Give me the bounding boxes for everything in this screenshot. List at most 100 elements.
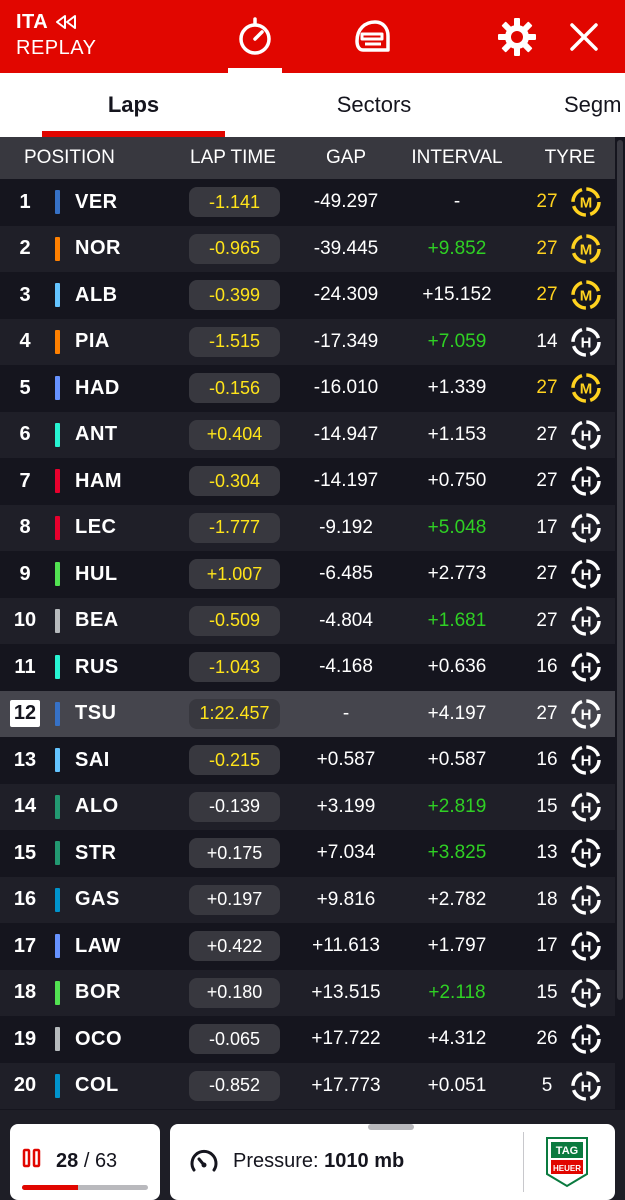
drawer-handle[interactable] [368,1124,414,1130]
team-color-bar [55,1063,60,1110]
team-color-swatch [55,841,60,866]
timing-tab-button[interactable] [228,0,282,73]
column-header-gap: GAP [325,147,367,168]
tyre-letter: H [581,846,592,863]
pause-icon[interactable] [22,1148,42,1168]
table-row[interactable]: 19 OCO -0.065 +17.722 +4.312 26 H [0,1016,615,1063]
driver-code[interactable]: OCO [75,1016,122,1063]
driver-code[interactable]: ANT [75,412,118,459]
tyre-age: 27 [536,284,558,306]
position: 12 [0,691,50,738]
tyre-age: 27 [536,377,558,399]
driver-code[interactable]: TSU [75,691,117,738]
lap-counter: 28 / 63 [10,1124,160,1200]
interval: +0.636 [427,656,487,678]
table-row[interactable]: 14 ALO -0.139 +3.199 +2.819 15 H [0,783,615,831]
table-row[interactable]: 9 HUL +1.007 -6.485 +2.773 27 H [0,551,615,598]
driver-code[interactable]: NOR [75,226,121,273]
position-number: 13 [13,748,37,771]
table-row[interactable]: 11 RUS -1.043 -4.168 +0.636 16 H [0,644,615,691]
tyre-letter: H [581,613,592,630]
table-row[interactable]: 10 BEA -0.509 -4.804 +1.681 27 H [0,597,615,645]
tyre-compound-icon: H [571,1071,601,1101]
tyre-compound: H [568,923,604,970]
position-number: 14 [13,795,37,818]
tyre-letter: M [580,195,593,212]
driver-code[interactable]: VER [75,179,118,226]
driver-code[interactable]: ALO [75,784,119,831]
close-button[interactable] [556,0,612,73]
lap-time: -0.139 [189,791,280,822]
table-row[interactable]: 3 ALB -0.399 -24.309 +15.152 27 M [0,272,615,319]
table-row[interactable]: 17 LAW +0.422 +11.613 +1.797 17 H [0,923,615,970]
race-code: ITA [16,11,49,33]
driver-code[interactable]: RUS [75,644,119,691]
team-color-bar [55,226,60,273]
team-color-swatch [55,190,60,215]
top-bar: ITA REPLAY [0,0,625,73]
driver-code[interactable]: PIA [75,319,110,366]
tyre-compound: H [568,505,604,552]
gap: +9.816 [316,888,376,910]
driver-code[interactable]: COL [75,1063,119,1110]
position-number: 8 [19,516,31,539]
tab-sectors[interactable]: Sectors [294,73,454,137]
tab-segments[interactable]: Segm [548,73,625,137]
settings-button[interactable] [489,0,545,73]
lap-time: -1.141 [189,187,280,218]
team-color-swatch [55,236,60,261]
tyre-compound-icon: M [571,373,601,403]
table-row[interactable]: 4 PIA -1.515 -17.349 +7.059 14 H [0,318,615,366]
pressure-value: 1010 mb [324,1150,405,1172]
tyre-compound: H [568,319,604,366]
driver-code[interactable]: HAM [75,458,122,505]
table-row[interactable]: 8 LEC -1.777 -9.192 +5.048 17 H [0,504,615,552]
position: 20 [0,1063,50,1110]
tyre-age: 26 [536,1028,558,1050]
driver-code[interactable]: BOR [75,970,121,1017]
tyre-compound: H [568,691,604,738]
driver-tracker-button[interactable] [343,0,399,73]
lap-time: -0.156 [189,373,280,404]
table-row[interactable]: 16 GAS +0.197 +9.816 +2.782 18 H [0,876,615,924]
tyre-letter: H [581,985,592,1002]
table-row[interactable]: 18 BOR +0.180 +13.515 +2.118 15 H [0,969,615,1017]
driver-code[interactable]: HUL [75,551,118,598]
lap-time-cell: +0.175 [189,830,280,877]
table-row[interactable]: 7 HAM -0.304 -14.197 +0.750 27 H [0,458,615,505]
table-header: POSITION LAP TIME GAP INTERVAL TYRE [0,137,615,179]
tyre-compound: H [568,737,604,784]
interval: +1.681 [427,609,487,631]
driver-code[interactable]: LEC [75,505,117,552]
table-row[interactable]: 5 HAD -0.156 -16.010 +1.339 27 M [0,365,615,412]
table-row[interactable]: 2 NOR -0.965 -39.445 +9.852 27 M [0,225,615,273]
gap: -4.804 [319,609,373,631]
position-number: 16 [13,888,37,911]
driver-code[interactable]: HAD [75,365,120,412]
session-mode: REPLAY [16,37,97,59]
tab-laps[interactable]: Laps [42,73,225,137]
table-row[interactable]: 15 STR +0.175 +7.034 +3.825 13 H [0,830,615,877]
tyre-compound-icon: M [571,187,601,217]
team-color-bar [55,784,60,831]
tyre-compound-icon: H [571,559,601,589]
driver-code[interactable]: GAS [75,877,120,924]
driver-code[interactable]: LAW [75,923,121,970]
table-row[interactable]: 20 COL -0.852 +17.773 +0.051 5 H [0,1062,615,1110]
driver-code[interactable]: STR [75,830,117,877]
table-row[interactable]: 6 ANT +0.404 -14.947 +1.153 27 H [0,411,615,459]
team-color-bar [55,830,60,877]
lap-time: +0.175 [189,838,280,869]
team-color-swatch [55,794,60,819]
tyre-age: 17 [536,516,558,538]
driver-code[interactable]: SAI [75,737,110,784]
table-row[interactable]: 12 TSU 1:22.457 - +4.197 27 H [0,690,615,738]
table-row[interactable]: 1 VER -1.141 -49.297 - 27 M [0,179,615,226]
driver-code[interactable]: ALB [75,272,118,319]
driver-code[interactable]: BEA [75,598,119,645]
lap-progress-bar[interactable] [22,1185,148,1190]
tyre-letter: H [581,520,592,537]
scrollbar-thumb[interactable] [617,140,623,1000]
table-row[interactable]: 13 SAI -0.215 +0.587 +0.587 16 H [0,737,615,784]
team-color-swatch [55,329,60,354]
